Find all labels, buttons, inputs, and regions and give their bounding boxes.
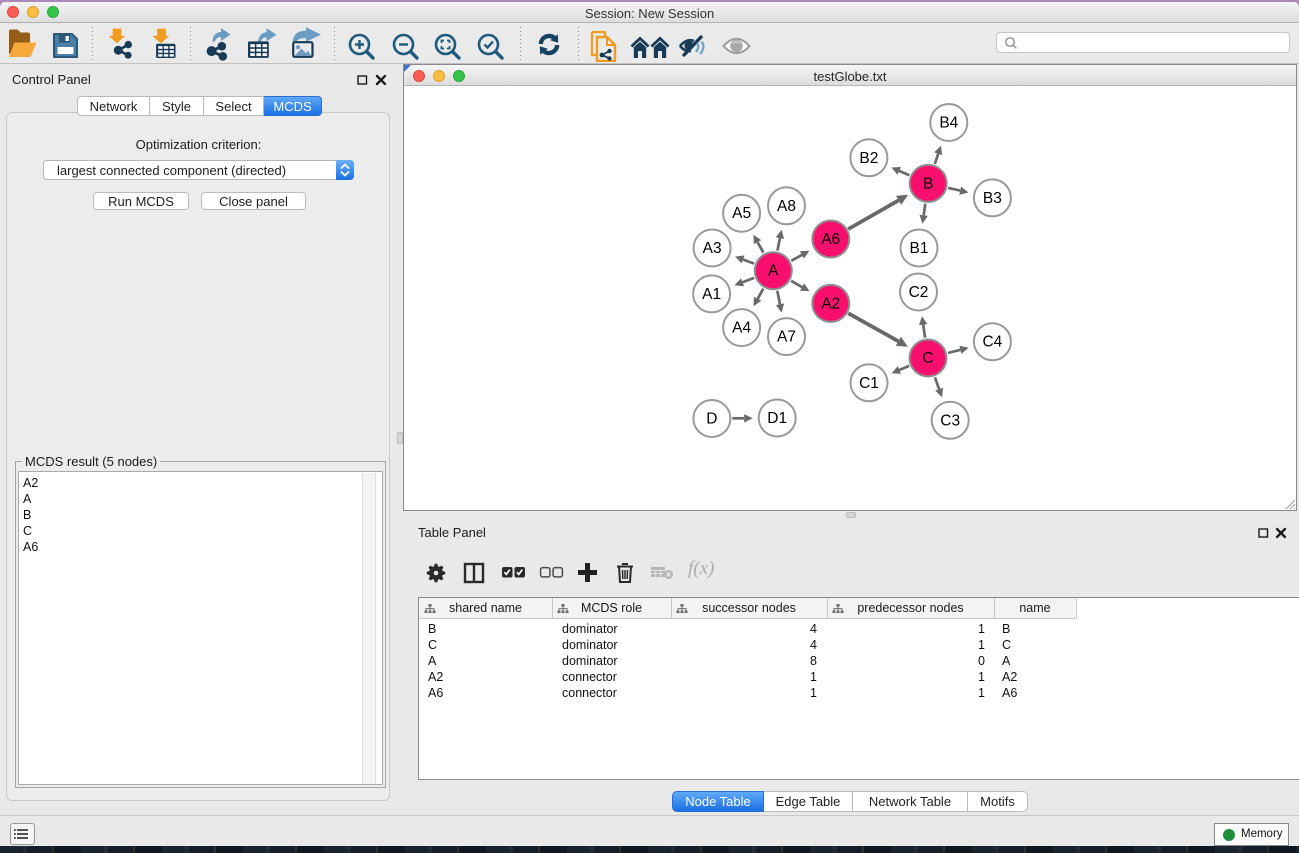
svg-text:B3: B3 bbox=[983, 190, 1002, 207]
svg-text:D: D bbox=[706, 411, 717, 428]
svg-text:A1: A1 bbox=[702, 286, 721, 303]
svg-text:A7: A7 bbox=[777, 329, 796, 346]
svg-text:C2: C2 bbox=[909, 284, 929, 301]
svg-text:B4: B4 bbox=[939, 115, 958, 132]
svg-text:A3: A3 bbox=[703, 240, 722, 257]
svg-text:B2: B2 bbox=[859, 150, 878, 167]
svg-text:C4: C4 bbox=[982, 334, 1002, 351]
svg-text:D1: D1 bbox=[767, 410, 787, 427]
svg-text:A2: A2 bbox=[821, 295, 840, 312]
svg-text:A: A bbox=[768, 263, 779, 280]
svg-text:B: B bbox=[923, 175, 933, 192]
svg-text:C1: C1 bbox=[859, 375, 879, 392]
svg-text:C3: C3 bbox=[940, 412, 960, 429]
svg-text:A4: A4 bbox=[732, 320, 751, 337]
svg-text:C: C bbox=[922, 350, 933, 367]
svg-text:A8: A8 bbox=[777, 198, 796, 215]
svg-text:A6: A6 bbox=[821, 231, 840, 248]
svg-text:A5: A5 bbox=[732, 205, 751, 222]
svg-text:B1: B1 bbox=[910, 240, 929, 257]
